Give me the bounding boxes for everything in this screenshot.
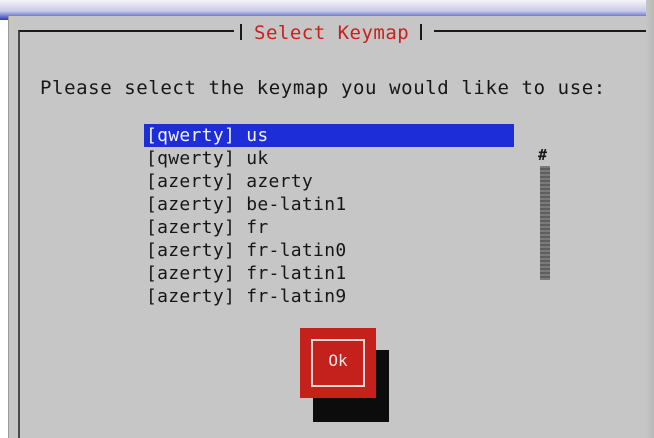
- dialog-title: Select Keymap: [254, 22, 410, 44]
- list-item-azerty-fr-latin1[interactable]: [azerty] fr-latin1: [144, 262, 514, 285]
- ok-button[interactable]: Ok: [300, 328, 376, 398]
- keymap-list[interactable]: [qwerty] us [qwerty] uk [azerty] azerty …: [144, 124, 514, 308]
- title-left-tick: [240, 24, 242, 40]
- list-item-qwerty-uk[interactable]: [qwerty] uk: [144, 147, 514, 170]
- scrollbar-track[interactable]: [540, 166, 550, 280]
- scrollbar-thumb-marker[interactable]: #: [538, 146, 548, 164]
- list-item-azerty-fr[interactable]: [azerty] fr: [144, 216, 514, 239]
- list-item-azerty-fr-latin9[interactable]: [azerty] fr-latin9: [144, 285, 514, 308]
- list-item-azerty-be-latin1[interactable]: [azerty] be-latin1: [144, 193, 514, 216]
- list-item-azerty-fr-latin0[interactable]: [azerty] fr-latin0: [144, 239, 514, 262]
- installer-screen: Select Keymap Please select the keymap y…: [0, 0, 654, 438]
- select-keymap-dialog: Select Keymap Please select the keymap y…: [8, 16, 654, 438]
- keymap-prompt: Please select the keymap you would like …: [40, 77, 606, 99]
- list-item-azerty-azerty[interactable]: [azerty] azerty: [144, 170, 514, 193]
- ok-button-label: Ok: [311, 339, 365, 387]
- edge-shade: [646, 0, 654, 438]
- list-item-qwerty-us[interactable]: [qwerty] us: [144, 124, 514, 147]
- title-right-tick: [420, 24, 422, 40]
